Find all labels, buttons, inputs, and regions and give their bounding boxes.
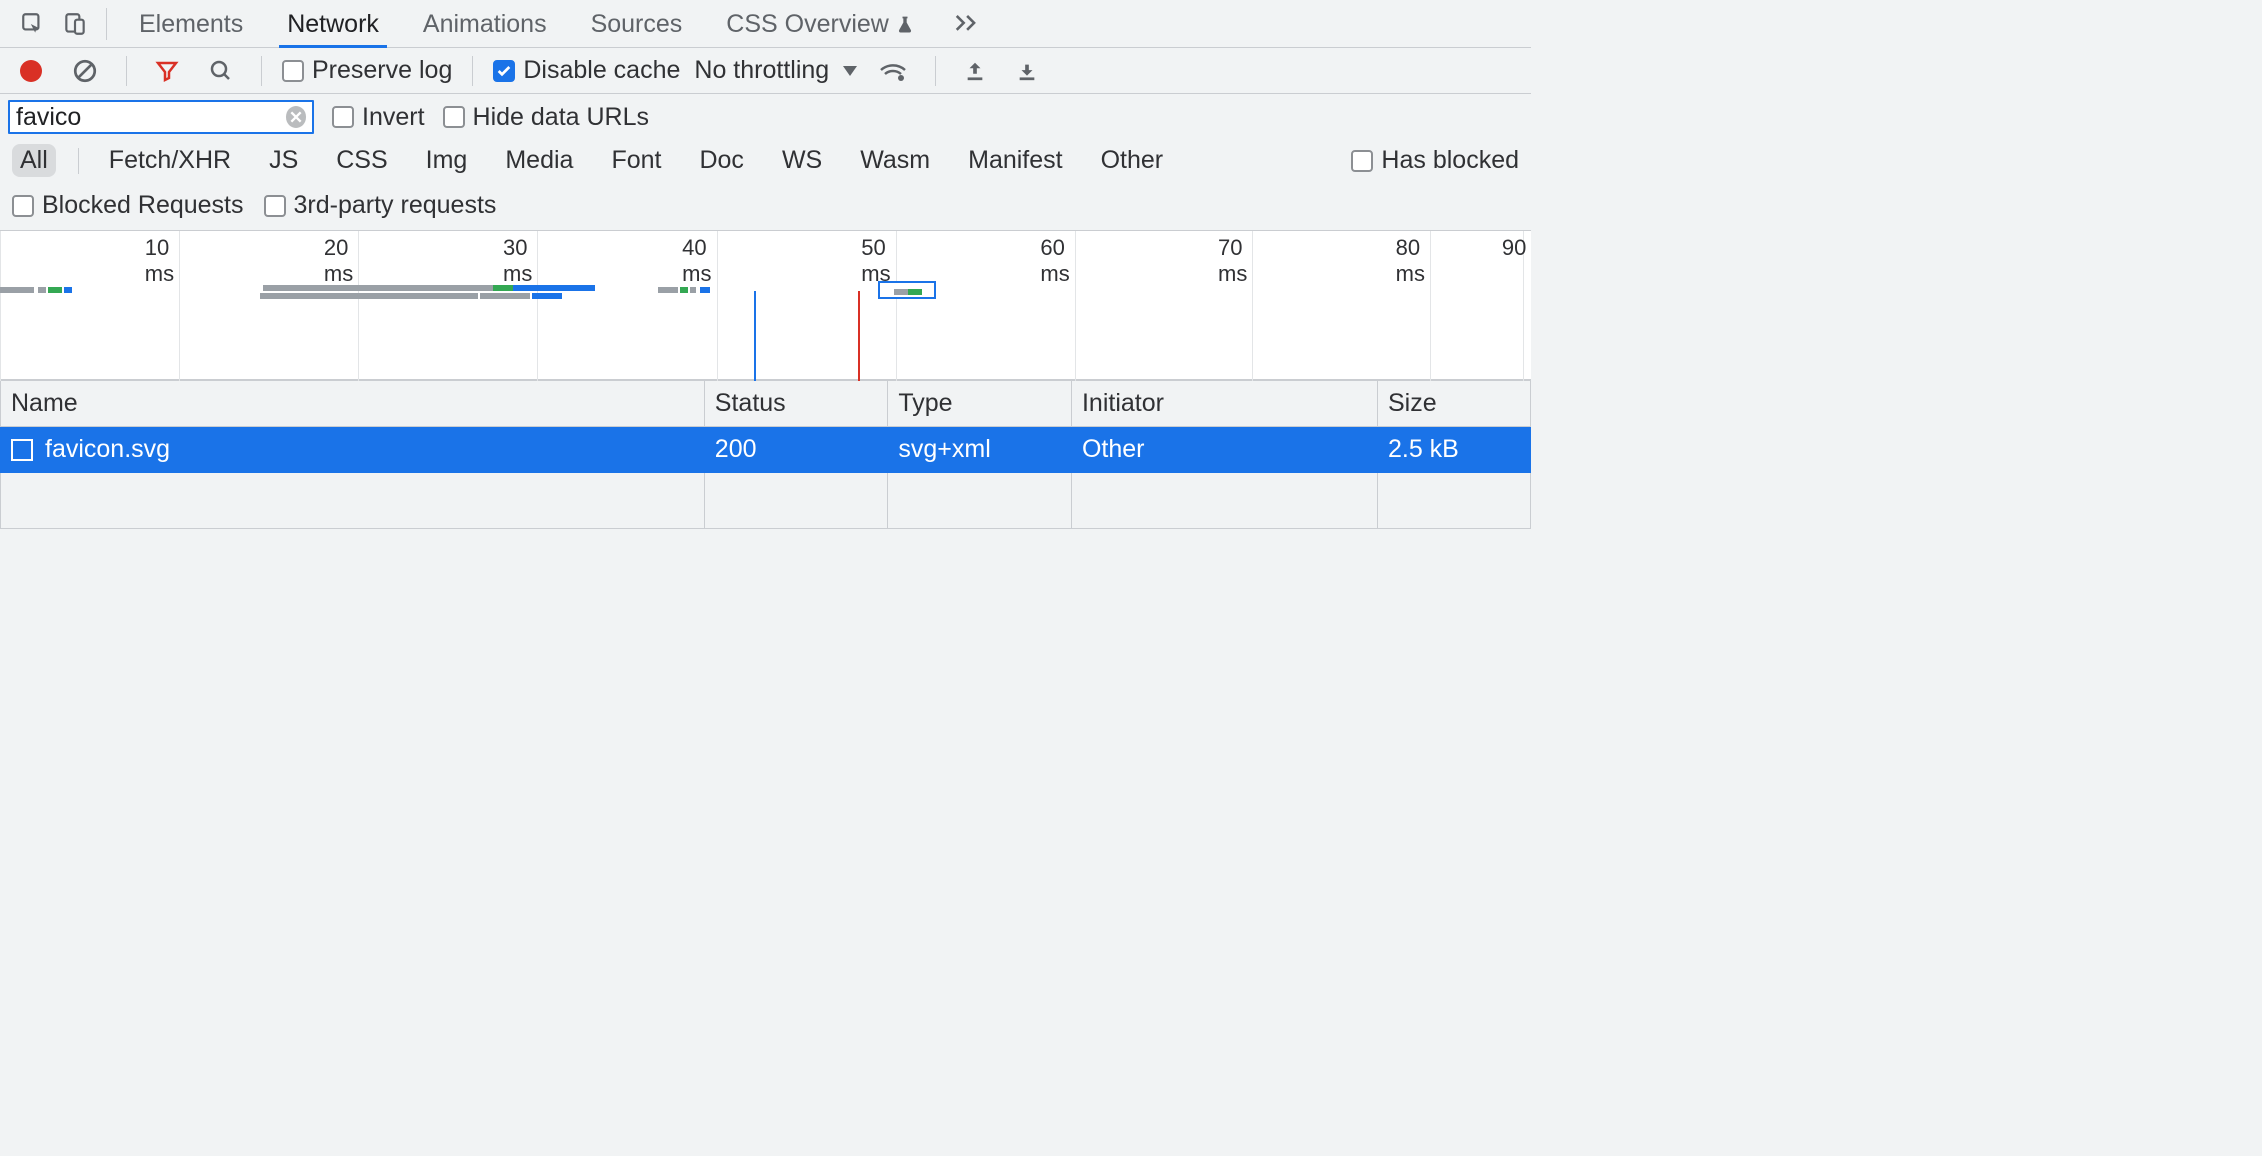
load-marker — [858, 291, 860, 381]
divider — [472, 56, 473, 86]
chip-js[interactable]: JS — [261, 144, 306, 177]
has-blocked-label: Has blocked — [1381, 146, 1519, 175]
col-status[interactable]: Status — [704, 381, 888, 427]
table-row[interactable]: favicon.svg 200 svg+xml Other 2.5 kB — [1, 427, 1531, 473]
filter-input[interactable] — [16, 103, 286, 132]
chip-ws[interactable]: WS — [774, 144, 830, 177]
hide-data-urls-label: Hide data URLs — [473, 103, 649, 132]
file-icon — [11, 439, 33, 461]
disable-cache-label: Disable cache — [523, 56, 680, 85]
request-name: favicon.svg — [45, 435, 170, 464]
checkbox-icon — [282, 60, 304, 82]
col-name[interactable]: Name — [1, 381, 705, 427]
upload-har-icon[interactable] — [956, 52, 994, 90]
timeline-overview[interactable]: 10 ms 20 ms 30 ms 40 ms 50 ms 60 ms 70 m… — [0, 230, 1531, 380]
timeline-bars — [0, 261, 1531, 381]
chip-media[interactable]: Media — [497, 144, 581, 177]
network-toolbar: Preserve log Disable cache No throttling — [0, 48, 1531, 94]
divider — [935, 56, 936, 86]
filter-bar: Invert Hide data URLs — [0, 94, 1531, 140]
checkbox-icon — [443, 106, 465, 128]
checkbox-icon — [264, 195, 286, 217]
chip-font[interactable]: Font — [603, 144, 669, 177]
invert-label: Invert — [362, 103, 425, 132]
checkbox-icon — [1351, 150, 1373, 172]
network-request-table: Name Status Type Initiator Size favicon.… — [0, 380, 1531, 529]
preserve-log-label: Preserve log — [312, 56, 452, 85]
hide-data-urls-toggle[interactable]: Hide data URLs — [443, 103, 649, 132]
preserve-log-toggle[interactable]: Preserve log — [282, 56, 452, 85]
divider — [78, 148, 79, 174]
chip-img[interactable]: Img — [418, 144, 476, 177]
request-status: 200 — [704, 427, 888, 473]
dom-content-loaded-marker — [754, 291, 756, 381]
clear-filter-icon[interactable] — [286, 106, 306, 128]
chip-other[interactable]: Other — [1093, 144, 1172, 177]
invert-toggle[interactable]: Invert — [332, 103, 425, 132]
checkbox-icon — [12, 195, 34, 217]
record-icon — [20, 60, 42, 82]
request-type: svg+xml — [888, 427, 1072, 473]
divider — [106, 8, 107, 40]
tab-animations[interactable]: Animations — [401, 0, 569, 47]
chip-doc[interactable]: Doc — [691, 144, 751, 177]
inspect-element-icon[interactable] — [12, 3, 54, 45]
chip-css[interactable]: CSS — [328, 144, 395, 177]
divider — [261, 56, 262, 86]
clear-button[interactable] — [64, 50, 106, 92]
col-type[interactable]: Type — [888, 381, 1072, 427]
col-size[interactable]: Size — [1377, 381, 1530, 427]
third-party-toggle[interactable]: 3rd-party requests — [264, 191, 497, 220]
divider — [126, 56, 127, 86]
chip-wasm[interactable]: Wasm — [852, 144, 938, 177]
tick-label: 90 — [1502, 235, 1526, 261]
chip-all[interactable]: All — [12, 144, 56, 177]
tab-css-overview[interactable]: CSS Overview — [704, 0, 937, 47]
tab-sources[interactable]: Sources — [569, 0, 705, 47]
throttling-dropdown[interactable]: No throttling — [694, 56, 857, 85]
timeline-selection[interactable] — [878, 281, 936, 299]
devtools-tab-bar: Elements Network Animations Sources CSS … — [0, 0, 1531, 48]
toggle-device-icon[interactable] — [54, 3, 96, 45]
throttling-label: No throttling — [694, 56, 829, 85]
checkbox-icon — [332, 106, 354, 128]
tab-elements[interactable]: Elements — [117, 0, 265, 47]
type-filter-chips: All Fetch/XHR JS CSS Img Media Font Doc … — [0, 140, 1531, 187]
record-button[interactable] — [12, 52, 50, 90]
more-tabs-icon[interactable] — [937, 1, 999, 46]
disable-cache-toggle[interactable]: Disable cache — [493, 56, 680, 85]
request-initiator: Other — [1071, 427, 1377, 473]
timeline-ruler: 10 ms 20 ms 30 ms 40 ms 50 ms 60 ms 70 m… — [0, 231, 1531, 261]
checkbox-checked-icon — [493, 60, 515, 82]
tab-network[interactable]: Network — [265, 0, 401, 47]
filter-input-wrap — [8, 100, 314, 134]
filter-toggle-icon[interactable] — [147, 51, 187, 91]
search-icon[interactable] — [201, 51, 241, 91]
chip-manifest[interactable]: Manifest — [960, 144, 1070, 177]
chip-fetch-xhr[interactable]: Fetch/XHR — [101, 144, 239, 177]
blocked-requests-toggle[interactable]: Blocked Requests — [12, 191, 244, 220]
request-size: 2.5 kB — [1377, 427, 1530, 473]
table-row-empty — [1, 473, 1531, 529]
third-party-label: 3rd-party requests — [294, 191, 497, 220]
flask-icon — [895, 14, 915, 36]
extra-filter-row: Blocked Requests 3rd-party requests — [0, 187, 1531, 230]
tab-label: CSS Overview — [726, 10, 889, 39]
chevron-down-icon — [843, 66, 857, 76]
col-initiator[interactable]: Initiator — [1071, 381, 1377, 427]
blocked-requests-label: Blocked Requests — [42, 191, 244, 220]
has-blocked-toggle[interactable]: Has blocked — [1351, 146, 1519, 175]
network-conditions-icon[interactable] — [871, 52, 915, 90]
download-har-icon[interactable] — [1008, 52, 1046, 90]
